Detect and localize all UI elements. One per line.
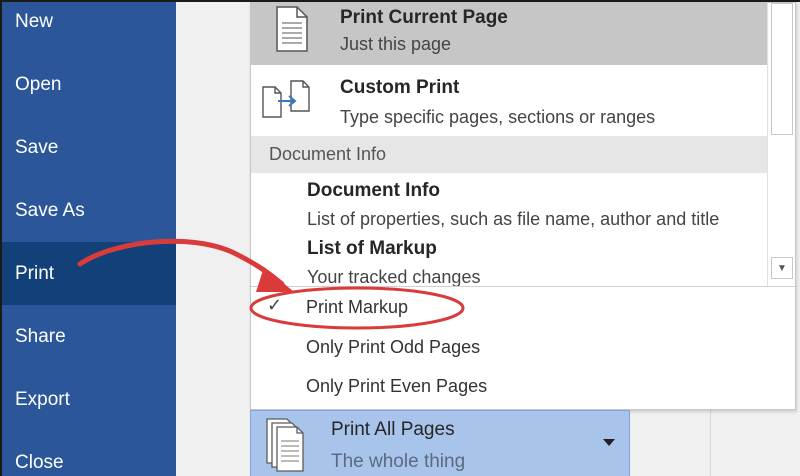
single-page-icon <box>276 6 308 52</box>
option-title: List of Markup <box>307 238 437 259</box>
combobox-title: Print All Pages <box>331 419 455 440</box>
chevron-down-icon[interactable] <box>603 439 615 446</box>
divider <box>710 402 711 476</box>
option-desc: List of properties, such as file name, a… <box>307 209 720 229</box>
toggle-only-print-even-pages[interactable]: Only Print Even Pages <box>251 368 797 406</box>
option-document-info[interactable]: Document Info List of properties, such a… <box>251 173 767 229</box>
section-header-document-info: Document Info <box>251 136 767 173</box>
custom-print-icon <box>262 80 310 118</box>
stacked-pages-icon <box>266 418 304 472</box>
dropdown-separator <box>251 286 797 287</box>
toggle-print-markup[interactable]: ✓ Print Markup <box>251 289 797 327</box>
print-pages-combobox[interactable]: Print All Pages The whole thing <box>250 410 630 476</box>
toggle-only-print-odd-pages[interactable]: Only Print Odd Pages <box>251 329 797 367</box>
option-desc: Type specific pages, sections or ranges <box>340 107 656 127</box>
option-list-of-markup[interactable]: List of Markup Your tracked changes <box>251 229 767 286</box>
dropdown-list: Print Current Page Just this page Custom… <box>251 3 767 286</box>
combobox-desc: The whole thing <box>331 451 466 472</box>
nav-save-as[interactable]: Save As <box>2 179 176 242</box>
backstage-sidebar: New Open Save Save As Print Share Export… <box>2 2 176 476</box>
scroll-down-arrow-icon[interactable]: ▼ <box>771 257 793 279</box>
nav-open[interactable]: Open <box>2 53 176 116</box>
print-range-dropdown: Print Current Page Just this page Custom… <box>250 2 797 410</box>
nav-save[interactable]: Save <box>2 116 176 179</box>
option-title: Custom Print <box>340 77 460 98</box>
dropdown-scrollbar[interactable]: ▼ <box>767 3 795 286</box>
option-desc: Just this page <box>340 34 452 54</box>
nav-export[interactable]: Export <box>2 368 176 431</box>
toggle-label: Print Markup <box>306 297 409 317</box>
toggle-label: Only Print Odd Pages <box>306 337 481 357</box>
nav-print[interactable]: Print <box>2 242 176 305</box>
nav-close[interactable]: Close <box>2 431 176 476</box>
option-title: Print Current Page <box>340 7 508 28</box>
option-print-current-page[interactable]: Print Current Page Just this page <box>251 3 767 65</box>
option-desc: Your tracked changes <box>307 267 481 286</box>
nav-share[interactable]: Share <box>2 305 176 368</box>
checkmark-icon: ✓ <box>267 295 283 315</box>
option-title: Document Info <box>307 180 440 201</box>
option-custom-print[interactable]: Custom Print Type specific pages, sectio… <box>251 65 767 136</box>
toggle-label: Only Print Even Pages <box>306 376 488 396</box>
scroll-thumb[interactable] <box>771 3 793 135</box>
nav-new[interactable]: New <box>2 0 176 53</box>
